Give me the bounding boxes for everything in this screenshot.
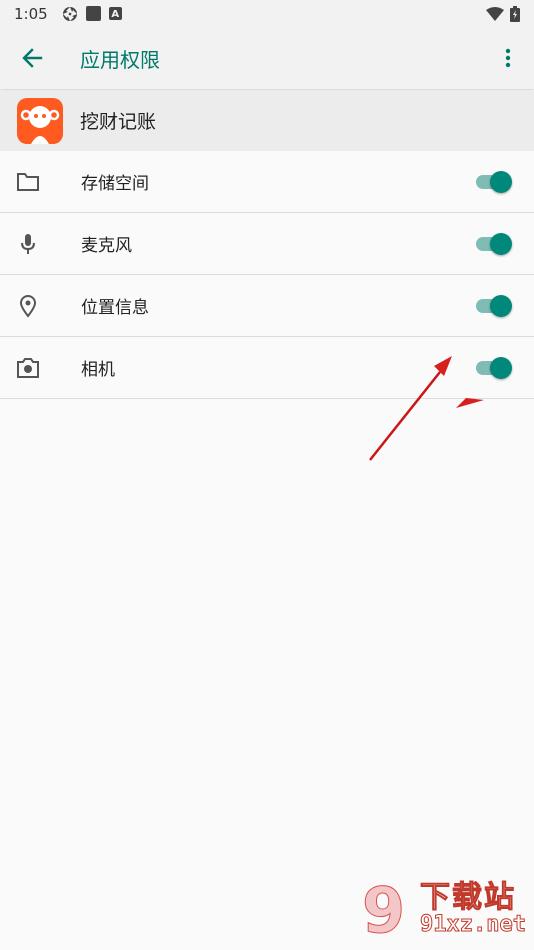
microphone-icon [15,231,41,257]
permission-row-location[interactable]: 位置信息 [0,275,534,337]
location-pin-icon [15,293,41,319]
permission-label: 位置信息 [81,298,149,318]
permission-row-camera[interactable]: 相机 [0,337,534,399]
app-name: 挖财记账 [80,111,157,133]
wifi-icon [486,6,504,21]
permission-row-microphone[interactable]: 麦克风 [0,213,534,275]
annotation-arrow-short [456,398,484,408]
more-vert-icon [505,48,511,68]
permission-list: 存储空间 麦克风 位置信息 相机 [0,151,534,399]
watermark-url: 91xz.net [420,912,527,938]
permission-label: 麦克风 [81,236,132,256]
aperture-icon [62,6,78,22]
a-notification-icon: A [108,7,122,20]
square-notification-icon [85,6,101,21]
camera-icon [15,355,41,381]
watermark-logo-icon: 9 [362,874,406,944]
back-button[interactable] [12,38,52,78]
watermark-title: 下载站 [420,880,516,916]
folder-icon [15,169,41,195]
permission-label: 相机 [81,360,115,380]
app-info-row: 挖财记账 [0,90,534,151]
app-bar: 应用权限 [0,27,534,89]
status-bar: 1:05 A [0,0,534,27]
page-title: 应用权限 [80,47,160,72]
battery-icon [510,5,520,22]
app-logo-icon [17,97,63,144]
microphone-toggle[interactable] [474,231,514,257]
camera-toggle[interactable] [474,355,514,381]
arrow-back-icon [22,48,43,68]
location-toggle[interactable] [474,293,514,319]
status-time: 1:05 [14,4,48,23]
more-options-button[interactable] [496,38,520,78]
storage-toggle[interactable] [474,169,514,195]
svg-text:9: 9 [362,874,405,944]
permission-row-storage[interactable]: 存储空间 [0,151,534,213]
watermark: 9 下载站 91xz.net [358,872,528,946]
permission-label: 存储空间 [81,174,149,194]
